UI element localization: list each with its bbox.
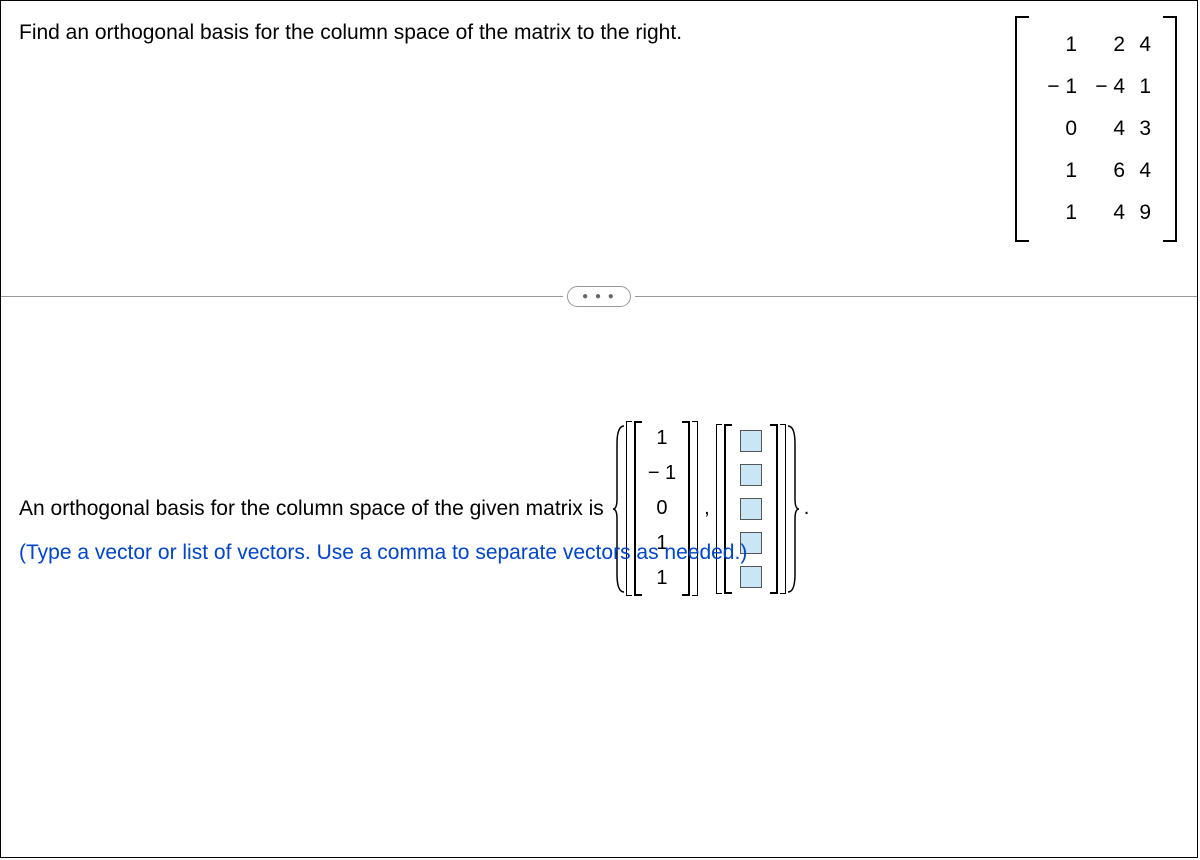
given-matrix: 124 − 1− 41 043 164 149 (1015, 16, 1177, 242)
matrix-row: 124 (1037, 24, 1155, 66)
vector-separator: , (704, 497, 710, 520)
matrix-bracket-right (1163, 16, 1177, 242)
answer-area: An orthogonal basis for the column space… (19, 421, 809, 596)
answer-vector-input (724, 424, 778, 594)
left-brace-icon (612, 424, 626, 594)
vector-input-1[interactable] (740, 430, 762, 452)
matrix-row: − 1− 41 (1037, 66, 1155, 108)
matrix-row: 149 (1037, 192, 1155, 234)
section-divider: ● ● ● (1, 286, 1197, 307)
sentence-terminator: . (804, 497, 810, 520)
right-brace-icon (786, 424, 800, 594)
given-vector: 1 − 1 0 1 1 (634, 421, 690, 596)
vector-input-3[interactable] (740, 498, 762, 520)
question-container: Find an orthogonal basis for the column … (0, 0, 1198, 858)
answer-set: 1 − 1 0 1 1 , (626, 421, 786, 596)
vector-input-2[interactable] (740, 464, 762, 486)
matrix-content: 124 − 1− 41 043 164 149 (1029, 16, 1163, 242)
more-icon[interactable]: ● ● ● (567, 286, 631, 307)
answer-prefix: An orthogonal basis for the column space… (19, 497, 604, 521)
matrix-row: 164 (1037, 150, 1155, 192)
matrix-bracket-left (1015, 16, 1029, 242)
answer-hint: (Type a vector or list of vectors. Use a… (19, 541, 747, 565)
matrix-row: 043 (1037, 108, 1155, 150)
question-text: Find an orthogonal basis for the column … (19, 21, 682, 45)
vector-input-5[interactable] (740, 566, 762, 588)
